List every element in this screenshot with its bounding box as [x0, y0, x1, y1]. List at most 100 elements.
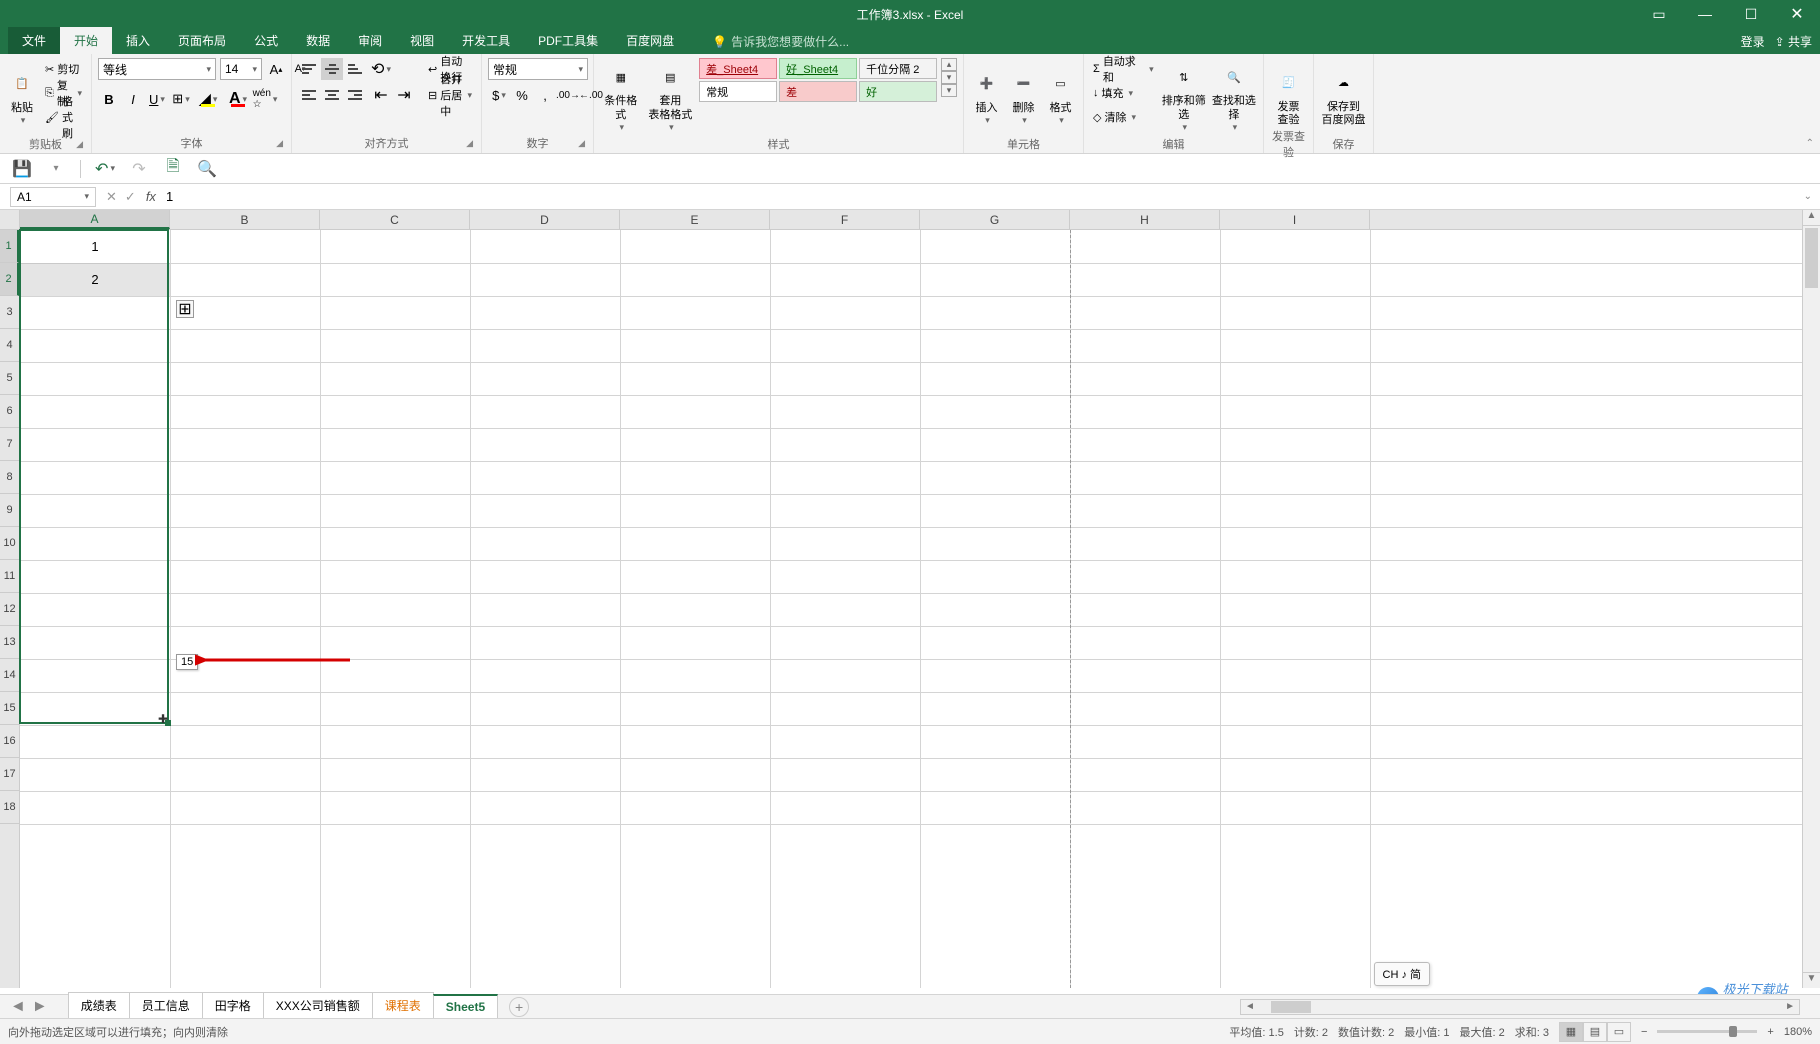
autosum-button[interactable]: Σ自动求和▾ — [1090, 58, 1157, 80]
delete-cells-button[interactable]: ➖删除▾ — [1007, 58, 1040, 136]
insert-cells-button[interactable]: ➕插入▾ — [970, 58, 1003, 136]
italic-button[interactable]: I — [122, 88, 144, 110]
conditional-formatting-button[interactable]: ▦ 条件格式▾ — [600, 58, 642, 136]
row-header-15[interactable]: 15 — [0, 692, 19, 725]
qat-customize[interactable]: ▾ — [46, 159, 66, 179]
sort-filter-button[interactable]: ⇅排序和筛选▾ — [1161, 58, 1207, 136]
increase-indent[interactable]: ⇥ — [393, 84, 415, 106]
align-center[interactable] — [321, 84, 343, 106]
col-header-b[interactable]: B — [170, 210, 320, 229]
row-header-8[interactable]: 8 — [0, 461, 19, 494]
tab-page-layout[interactable]: 页面布局 — [164, 27, 240, 54]
row-header-4[interactable]: 4 — [0, 329, 19, 362]
align-middle[interactable] — [321, 58, 343, 80]
bold-button[interactable]: B — [98, 88, 120, 110]
col-header-e[interactable]: E — [620, 210, 770, 229]
row-header-12[interactable]: 12 — [0, 593, 19, 626]
confirm-edit-button[interactable]: ✓ — [125, 189, 136, 205]
qat-new[interactable]: 🗎 — [163, 159, 183, 179]
fill-color-button[interactable]: ◢▾ — [194, 88, 222, 110]
row-header-9[interactable]: 9 — [0, 494, 19, 527]
cell-style-bad[interactable]: 差 — [779, 81, 857, 102]
tab-baidu[interactable]: 百度网盘 — [612, 27, 688, 54]
row-header-6[interactable]: 6 — [0, 395, 19, 428]
format-as-table-button[interactable]: ▤ 套用 表格格式▾ — [646, 58, 696, 136]
col-header-f[interactable]: F — [770, 210, 920, 229]
increase-font-button[interactable]: A▴ — [266, 58, 286, 80]
number-format-select[interactable]: 常规▾ — [488, 58, 588, 80]
align-right[interactable] — [344, 84, 366, 106]
view-page-break[interactable]: ▭ — [1607, 1022, 1631, 1042]
cell-style-normal[interactable]: 常规 — [699, 81, 777, 102]
collapse-ribbon[interactable]: ⌃ — [1806, 138, 1814, 149]
paste-button[interactable]: 📋 粘贴 ▾ — [6, 58, 38, 136]
tell-me-search[interactable]: 💡 告诉我您想要做什么... — [708, 29, 853, 54]
ribbon-display-options[interactable]: ▭ — [1636, 0, 1682, 28]
orientation-button[interactable]: ⟲▾ — [370, 58, 392, 80]
minimize-button[interactable]: — — [1682, 0, 1728, 28]
row-header-14[interactable]: 14 — [0, 659, 19, 692]
share-button[interactable]: ⇪ 共享 — [1775, 33, 1812, 50]
align-top[interactable] — [298, 58, 320, 80]
sheet-tab-1[interactable]: 员工信息 — [129, 992, 203, 1018]
select-all-corner[interactable] — [0, 210, 20, 230]
sheet-tab-2[interactable]: 田字格 — [202, 992, 264, 1018]
format-cells-button[interactable]: ▭格式▾ — [1044, 58, 1077, 136]
col-header-g[interactable]: G — [920, 210, 1070, 229]
number-launcher[interactable]: ◢ — [578, 138, 585, 149]
cell-styles-gallery-scroll[interactable]: ▴▾▾ — [941, 58, 957, 97]
maximize-button[interactable]: ☐ — [1728, 0, 1774, 28]
row-header-3[interactable]: 3 — [0, 296, 19, 329]
cells-area[interactable]: 1 2 ⊞ 15 ✚ — [20, 230, 1802, 988]
redo-button[interactable]: ↷ — [129, 159, 149, 179]
tab-developer[interactable]: 开发工具 — [448, 27, 524, 54]
clipboard-launcher[interactable]: ◢ — [76, 139, 83, 150]
col-header-d[interactable]: D — [470, 210, 620, 229]
row-header-1[interactable]: 1 — [0, 230, 19, 263]
zoom-level[interactable]: 180% — [1784, 1026, 1812, 1038]
fx-button[interactable]: fx — [146, 189, 156, 204]
col-header-a[interactable]: A — [20, 210, 170, 229]
quick-analysis-button[interactable]: ⊞ — [176, 300, 194, 318]
tab-view[interactable]: 视图 — [396, 27, 448, 54]
row-header-17[interactable]: 17 — [0, 758, 19, 791]
zoom-slider[interactable] — [1657, 1030, 1757, 1033]
align-bottom[interactable] — [344, 58, 366, 80]
currency-button[interactable]: $▾ — [488, 84, 510, 106]
clear-button[interactable]: ◇清除▾ — [1090, 106, 1157, 128]
invoice-check-button[interactable]: 🧾发票 查验 — [1270, 58, 1307, 136]
row-header-11[interactable]: 11 — [0, 560, 19, 593]
increase-decimal[interactable]: .00→ — [557, 84, 579, 106]
tab-home[interactable]: 开始 — [60, 27, 112, 54]
decrease-indent[interactable]: ⇤ — [370, 84, 392, 106]
close-button[interactable]: ✕ — [1774, 0, 1820, 28]
find-select-button[interactable]: 🔍查找和选择▾ — [1211, 58, 1257, 136]
row-header-10[interactable]: 10 — [0, 527, 19, 560]
border-button[interactable]: ⊞▾ — [170, 88, 192, 110]
sheet-tab-3[interactable]: XXX公司销售额 — [263, 992, 373, 1018]
sheet-nav-next[interactable]: ► — [32, 998, 48, 1016]
underline-button[interactable]: U▾ — [146, 88, 168, 110]
col-header-c[interactable]: C — [320, 210, 470, 229]
save-to-baidu-button[interactable]: ☁保存到 百度网盘 — [1320, 58, 1367, 136]
cell-style-thousands[interactable]: 千位分隔 2 — [859, 58, 937, 79]
merge-center-button[interactable]: ⊟合并后居中▾ — [425, 84, 475, 106]
cell-style-good-sheet4[interactable]: 好_Sheet4 — [779, 58, 857, 79]
qat-print-preview[interactable]: 🔍 — [197, 159, 217, 179]
align-launcher[interactable]: ◢ — [466, 138, 473, 149]
font-launcher[interactable]: ◢ — [276, 138, 283, 149]
font-color-button[interactable]: A▾ — [224, 88, 252, 110]
tab-review[interactable]: 审阅 — [344, 27, 396, 54]
ime-indicator[interactable]: CH ♪ 简 — [1374, 962, 1431, 986]
vertical-scrollbar[interactable]: ▲ ▼ — [1802, 210, 1820, 988]
percent-button[interactable]: % — [511, 84, 533, 106]
align-left[interactable] — [298, 84, 320, 106]
zoom-in[interactable]: + — [1767, 1026, 1773, 1038]
row-header-18[interactable]: 18 — [0, 791, 19, 824]
sheet-nav-prev[interactable]: ◄ — [10, 998, 26, 1016]
row-header-5[interactable]: 5 — [0, 362, 19, 395]
tab-data[interactable]: 数据 — [292, 27, 344, 54]
sheet-tab-0[interactable]: 成绩表 — [68, 992, 130, 1018]
login-link[interactable]: 登录 — [1741, 33, 1765, 50]
cell-style-bad-sheet4[interactable]: 差_Sheet4 — [699, 58, 777, 79]
